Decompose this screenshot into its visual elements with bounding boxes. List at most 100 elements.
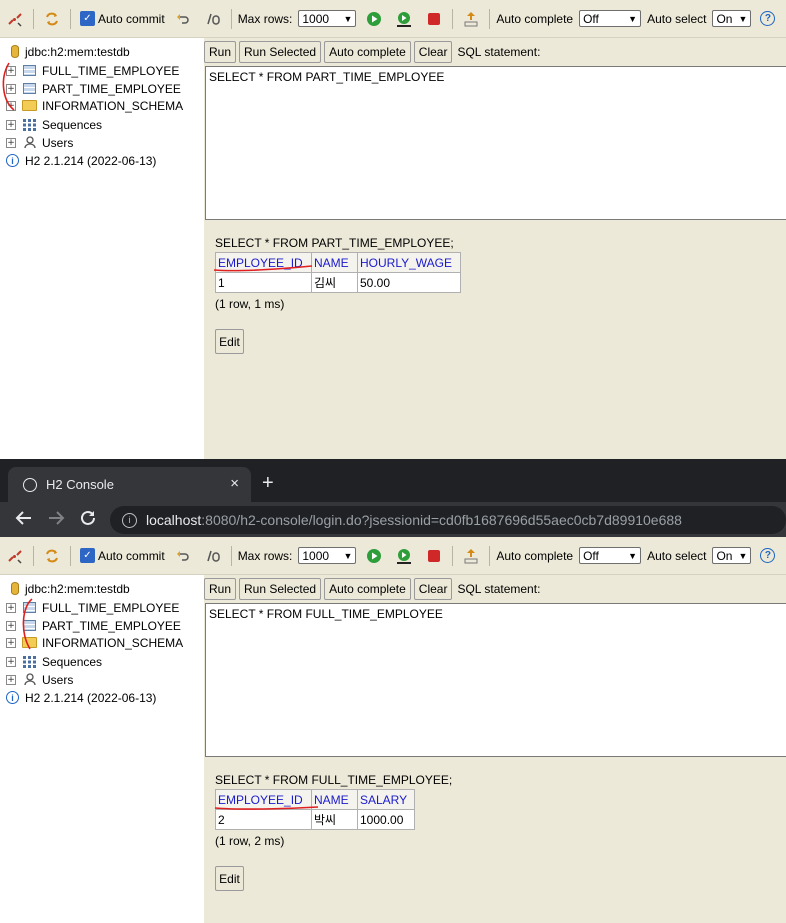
expand-icon[interactable]: + xyxy=(6,637,16,648)
tree-item-users[interactable]: + Users xyxy=(6,671,73,688)
result-sql: SELECT * FROM PART_TIME_EMPLOYEE; xyxy=(215,236,454,250)
auto-commit-checkbox[interactable]: ✓ xyxy=(80,11,95,26)
tree-item-full-time-employee[interactable]: + FULL_TIME_EMPLOYEE xyxy=(6,599,179,616)
auto-select-label: Auto select xyxy=(647,548,707,563)
info-icon: i xyxy=(6,691,19,704)
stop-icon[interactable] xyxy=(425,547,443,565)
reload-icon[interactable] xyxy=(79,509,97,532)
url-host: localhost xyxy=(146,512,202,528)
commit-icon[interactable] xyxy=(204,547,222,565)
max-rows-select[interactable]: 1000 ▼ xyxy=(298,10,357,27)
clear-button[interactable]: Clear xyxy=(413,578,453,600)
expand-icon[interactable]: + xyxy=(6,100,16,111)
run-selected-button[interactable]: Run Selected xyxy=(239,578,322,600)
expand-icon[interactable]: + xyxy=(6,137,16,148)
table-cell: 김씨 xyxy=(311,272,358,293)
auto-complete-select[interactable]: Off ▼ xyxy=(579,547,642,564)
column-header[interactable]: SALARY xyxy=(357,789,415,810)
expand-icon[interactable]: + xyxy=(6,620,16,631)
history-icon[interactable] xyxy=(462,10,480,28)
column-header[interactable]: EMPLOYEE_ID xyxy=(215,789,312,810)
sql-editor[interactable]: SELECT * FROM FULL_TIME_EMPLOYEE xyxy=(205,603,786,757)
chevron-down-icon: ▼ xyxy=(738,13,748,24)
info-icon: i xyxy=(6,154,19,167)
max-rows-label: Max rows: xyxy=(237,11,293,26)
sql-statement-label: SQL statement: xyxy=(457,582,541,596)
expand-icon[interactable]: + xyxy=(6,674,16,685)
rollback-icon[interactable] xyxy=(174,547,192,565)
folder-icon xyxy=(22,99,37,112)
tree-item-information-schema[interactable]: + INFORMATION_SCHEMA xyxy=(6,634,183,651)
query-area: Run Run Selected Auto complete Clear SQL… xyxy=(204,38,786,224)
disconnect-icon[interactable] xyxy=(6,547,24,565)
rollback-icon[interactable] xyxy=(174,10,192,28)
help-icon[interactable]: ? xyxy=(760,11,776,26)
forward-icon[interactable] xyxy=(47,509,65,532)
history-icon[interactable] xyxy=(462,547,480,565)
browser-tab[interactable]: H2 Console × xyxy=(8,467,251,502)
tree-item-part-time-employee[interactable]: + PART_TIME_EMPLOYEE xyxy=(6,80,181,97)
new-tab-icon[interactable]: + xyxy=(262,472,274,495)
clear-button[interactable]: Clear xyxy=(413,41,453,63)
tree-connection[interactable]: jdbc:h2:mem:testdb xyxy=(10,580,130,597)
sql-statement-label: SQL statement: xyxy=(457,45,541,59)
column-header[interactable]: HOURLY_WAGE xyxy=(357,252,461,273)
auto-complete-button[interactable]: Auto complete xyxy=(324,41,411,63)
edit-button[interactable]: Edit xyxy=(215,866,244,891)
edit-button[interactable]: Edit xyxy=(215,329,244,354)
tree-item-information-schema[interactable]: + INFORMATION_SCHEMA xyxy=(6,97,183,114)
auto-select-select[interactable]: On ▼ xyxy=(712,547,752,564)
expand-icon[interactable]: + xyxy=(6,65,16,76)
run-selected-button[interactable]: Run Selected xyxy=(239,41,322,63)
tree-item-sequences[interactable]: + Sequences xyxy=(6,116,102,133)
auto-complete-label: Auto complete xyxy=(496,548,574,563)
run-button[interactable]: Run xyxy=(204,41,237,63)
run-icon[interactable] xyxy=(365,10,383,28)
users-icon xyxy=(22,136,37,149)
max-rows-select[interactable]: 1000 ▼ xyxy=(298,547,357,564)
run-icon[interactable] xyxy=(365,547,383,565)
sql-button-row: Run Run Selected Auto complete Clear SQL… xyxy=(204,578,540,600)
results-panel: SELECT * FROM FULL_TIME_EMPLOYEE; EMPLOY… xyxy=(204,761,786,923)
column-header[interactable]: EMPLOYEE_ID xyxy=(215,252,312,273)
tree-version: i H2 2.1.214 (2022-06-13) xyxy=(6,152,156,169)
help-icon[interactable]: ? xyxy=(760,548,776,563)
back-icon[interactable] xyxy=(15,509,33,532)
expand-icon[interactable]: + xyxy=(6,119,16,130)
tree-item-part-time-employee[interactable]: + PART_TIME_EMPLOYEE xyxy=(6,617,181,634)
tab-title: H2 Console xyxy=(46,477,114,492)
refresh-icon[interactable] xyxy=(43,547,61,565)
tree-connection[interactable]: jdbc:h2:mem:testdb xyxy=(10,43,130,60)
run-selected-icon[interactable] xyxy=(395,10,413,28)
tree-item-users[interactable]: + Users xyxy=(6,134,73,151)
auto-commit-checkbox[interactable]: ✓ xyxy=(80,548,95,563)
column-header[interactable]: NAME xyxy=(311,252,358,273)
run-selected-icon[interactable] xyxy=(395,547,413,565)
sequences-icon xyxy=(22,655,37,668)
auto-complete-button[interactable]: Auto complete xyxy=(324,578,411,600)
column-header[interactable]: NAME xyxy=(311,789,358,810)
refresh-icon[interactable] xyxy=(43,10,61,28)
commit-icon[interactable] xyxy=(204,10,222,28)
run-button[interactable]: Run xyxy=(204,578,237,600)
auto-select-select[interactable]: On ▼ xyxy=(712,10,752,27)
table-cell: 1 xyxy=(215,272,312,293)
site-info-icon[interactable]: i xyxy=(122,512,137,528)
address-bar[interactable]: i localhost:8080/h2-console/login.do?jse… xyxy=(110,506,786,534)
table-header-row: EMPLOYEE_ID NAME SALARY xyxy=(215,789,415,810)
expand-icon[interactable]: + xyxy=(6,602,16,613)
tree-item-full-time-employee[interactable]: + FULL_TIME_EMPLOYEE xyxy=(6,62,179,79)
stop-icon[interactable] xyxy=(425,10,443,28)
disconnect-icon[interactable] xyxy=(6,10,24,28)
expand-icon[interactable]: + xyxy=(6,656,16,667)
toolbar: ✓ Auto commit Max rows: 1000 ▼ Auto compl… xyxy=(0,537,786,575)
auto-complete-select[interactable]: Off ▼ xyxy=(579,10,642,27)
database-icon xyxy=(10,582,20,595)
results-panel: SELECT * FROM PART_TIME_EMPLOYEE; EMPLOY… xyxy=(204,224,786,459)
close-tab-icon[interactable]: × xyxy=(230,475,239,492)
tree-item-sequences[interactable]: + Sequences xyxy=(6,653,102,670)
result-table: EMPLOYEE_ID NAME SALARY 2 박씨 1000.00 xyxy=(215,789,415,830)
sql-editor[interactable]: SELECT * FROM PART_TIME_EMPLOYEE xyxy=(205,66,786,220)
expand-icon[interactable]: + xyxy=(6,83,16,94)
browser-chrome: H2 Console × + i localhost:8080/h2-conso… xyxy=(0,459,786,537)
